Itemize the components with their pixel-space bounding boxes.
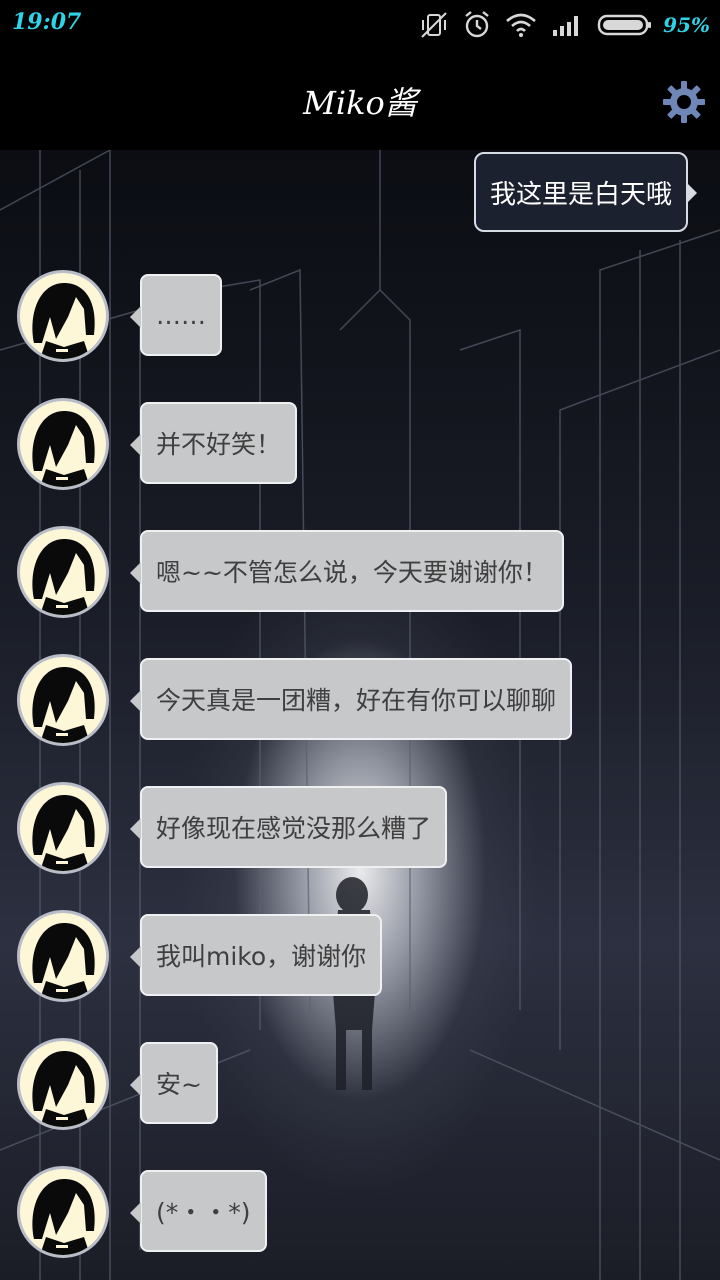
vibrate-off-icon bbox=[419, 10, 449, 40]
signal-icon bbox=[551, 12, 583, 38]
message-text: 今天真是一团糟，好在有你可以聊聊 bbox=[156, 686, 557, 715]
bot-message-bubble[interactable]: 嗯~~不管怎么说，今天要谢谢你！ bbox=[130, 530, 564, 612]
status-icons: 95% bbox=[419, 8, 710, 42]
message-text: …… bbox=[156, 300, 206, 330]
avatar[interactable] bbox=[17, 1166, 109, 1258]
bot-message-bubble[interactable]: …… bbox=[130, 274, 222, 356]
bot-message-row: 我叫miko，谢谢你 bbox=[0, 910, 720, 1010]
chat-screen: 19:07 95% Miko酱 我这里是白天哦 …… 并不好笑！ 嗯~~不管怎么… bbox=[0, 0, 720, 1280]
bot-message-bubble[interactable]: 今天真是一团糟，好在有你可以聊聊 bbox=[129, 658, 573, 740]
bot-message-bubble[interactable]: (*・・*) bbox=[130, 1170, 267, 1252]
avatar[interactable] bbox=[17, 398, 109, 490]
message-text: 我这里是白天哦 bbox=[489, 179, 672, 210]
alarm-icon bbox=[463, 10, 491, 40]
user-message-bubble[interactable]: 我这里是白天哦 bbox=[473, 152, 698, 232]
bot-message-bubble[interactable]: 我叫miko，谢谢你 bbox=[129, 914, 383, 996]
message-text: 好像现在感觉没那么糟了 bbox=[156, 814, 432, 843]
wifi-icon bbox=[505, 12, 537, 38]
avatar[interactable] bbox=[17, 654, 109, 746]
battery-icon bbox=[597, 13, 653, 37]
battery-percent: 95% bbox=[663, 13, 710, 37]
bot-message-row: …… bbox=[0, 270, 720, 370]
app-bar: Miko酱 bbox=[0, 50, 720, 150]
bot-message-row: 嗯~~不管怎么说，今天要谢谢你！ bbox=[0, 526, 720, 626]
settings-button[interactable] bbox=[662, 80, 706, 124]
bot-message-row: 并不好笑！ bbox=[0, 398, 720, 498]
bot-message-row: (*・・*) bbox=[0, 1166, 720, 1266]
chat-title: Miko酱 bbox=[303, 84, 417, 122]
gear-icon bbox=[663, 81, 705, 123]
avatar[interactable] bbox=[17, 782, 109, 874]
message-text: 并不好笑！ bbox=[156, 430, 282, 459]
bot-message-row: 好像现在感觉没那么糟了 bbox=[0, 782, 720, 882]
bot-message-bubble[interactable]: 并不好笑！ bbox=[129, 402, 298, 484]
bot-message-row: 今天真是一团糟，好在有你可以聊聊 bbox=[0, 654, 720, 754]
bot-message-bubble[interactable]: 好像现在感觉没那么糟了 bbox=[129, 786, 448, 868]
message-text: 安~ bbox=[156, 1070, 202, 1099]
status-bar: 19:07 95% bbox=[0, 0, 720, 50]
bot-message-row: 安~ bbox=[0, 1038, 720, 1138]
avatar[interactable] bbox=[17, 910, 109, 1002]
status-time: 19:07 bbox=[12, 9, 82, 35]
message-text: 我叫miko，谢谢你 bbox=[156, 942, 367, 971]
bot-message-bubble[interactable]: 安~ bbox=[130, 1042, 218, 1124]
avatar[interactable] bbox=[17, 526, 109, 618]
avatar[interactable] bbox=[17, 270, 109, 362]
avatar[interactable] bbox=[17, 1038, 109, 1130]
chat-area[interactable]: 我这里是白天哦 …… 并不好笑！ 嗯~~不管怎么说，今天要谢谢你！ 今天真是一团… bbox=[0, 150, 720, 1280]
message-text: (*・・*) bbox=[156, 1198, 251, 1227]
message-text: 嗯~~不管怎么说，今天要谢谢你！ bbox=[156, 558, 548, 587]
